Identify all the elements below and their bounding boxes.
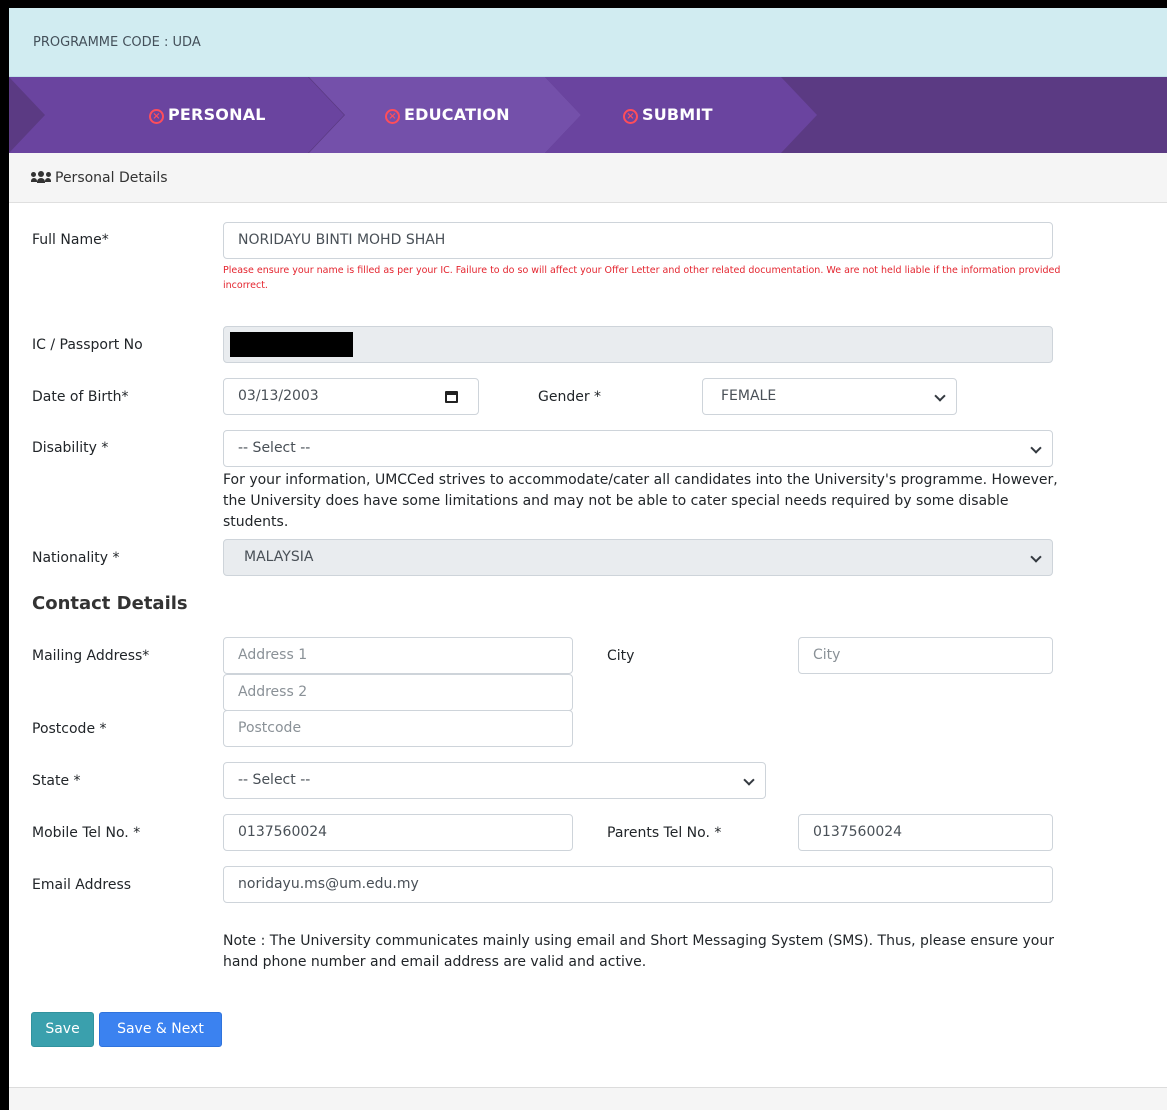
dob-value: 03/13/2003 [238,388,319,404]
save-button[interactable]: Save [31,1012,94,1047]
section-title: Personal Details [55,170,168,186]
postcode-label: Postcode * [32,721,107,737]
redacted-block [230,332,353,357]
city-input[interactable]: City [798,637,1053,674]
disability-info: For your information, UMCCed strives to … [223,472,1058,530]
contact-details-title: Contact Details [32,593,188,614]
mobile-value: 0137560024 [238,824,328,840]
address1-placeholder: Address 1 [238,647,308,663]
nationality-select: MALAYSIA [223,539,1053,576]
step-submit-label: SUBMIT [642,105,713,124]
step-personal-label: PERSONAL [168,105,266,124]
step-education[interactable]: × EDUCATION [385,105,510,124]
disability-value: -- Select -- [238,440,311,456]
email-value: noridayu.ms@um.edu.my [238,876,419,892]
x-circle-icon: × [149,109,164,124]
disability-label: Disability * [32,440,109,456]
mobile-input[interactable]: 0137560024 [223,814,573,851]
step-education-label: EDUCATION [404,105,510,124]
dob-input[interactable]: 03/13/2003 [223,378,479,415]
nationality-label: Nationality * [32,550,120,566]
gender-label: Gender * [538,389,602,405]
address1-input[interactable]: Address 1 [223,637,573,674]
step-personal[interactable]: × PERSONAL [149,105,266,124]
postcode-input[interactable]: Postcode [223,710,573,747]
city-label: City [607,648,635,664]
full-name-label: Full Name* [32,232,109,248]
full-name-value: NORIDAYU BINTI MOHD SHAH [238,232,446,248]
chevron-down-icon [743,774,755,786]
chevron-down-icon [934,390,946,402]
personal-details-header: Personal Details [9,153,1167,203]
save-and-next-button[interactable]: Save & Next [99,1012,222,1047]
postcode-placeholder: Postcode [238,720,302,736]
ic-passport-input [223,326,1053,363]
state-label: State * [32,773,81,789]
disability-select[interactable]: -- Select -- [223,430,1053,467]
state-select[interactable]: -- Select -- [223,762,766,799]
email-input[interactable]: noridayu.ms@um.edu.my [223,866,1053,903]
full-name-input[interactable]: NORIDAYU BINTI MOHD SHAH [223,222,1053,259]
gender-select[interactable]: FEMALE [702,378,957,415]
gender-value: FEMALE [721,388,777,404]
x-circle-icon: × [623,109,638,124]
nationality-value: MALAYSIA [244,549,314,565]
parents-tel-value: 0137560024 [813,824,903,840]
chevron-down-icon [1030,551,1042,563]
calendar-icon[interactable] [445,391,458,403]
x-circle-icon: × [385,109,400,124]
chevron-down-icon [1030,442,1042,454]
users-icon [31,171,51,183]
card-footer [9,1087,1167,1110]
mobile-label: Mobile Tel No. * [32,825,141,841]
contact-note: Note : The University communicates mainl… [223,933,1054,970]
progress-stepper: × PERSONAL × EDUCATION × SUBMIT [9,77,1167,153]
address2-placeholder: Address 2 [238,684,308,700]
mailing-address-label: Mailing Address* [32,648,150,664]
ic-passport-label: IC / Passport No [32,337,143,353]
step-submit[interactable]: × SUBMIT [623,105,713,124]
parents-tel-label: Parents Tel No. * [607,825,722,841]
programme-code-banner: PROGRAMME CODE : UDA [9,8,1167,77]
state-value: -- Select -- [238,772,311,788]
dob-label: Date of Birth* [32,389,129,405]
address2-input[interactable]: Address 2 [223,674,573,711]
name-warning: Please ensure your name is filled as per… [223,265,1061,291]
programme-code-text: PROGRAMME CODE : UDA [33,35,201,50]
city-placeholder: City [813,647,841,663]
email-label: Email Address [32,877,132,893]
parents-tel-input[interactable]: 0137560024 [798,814,1053,851]
